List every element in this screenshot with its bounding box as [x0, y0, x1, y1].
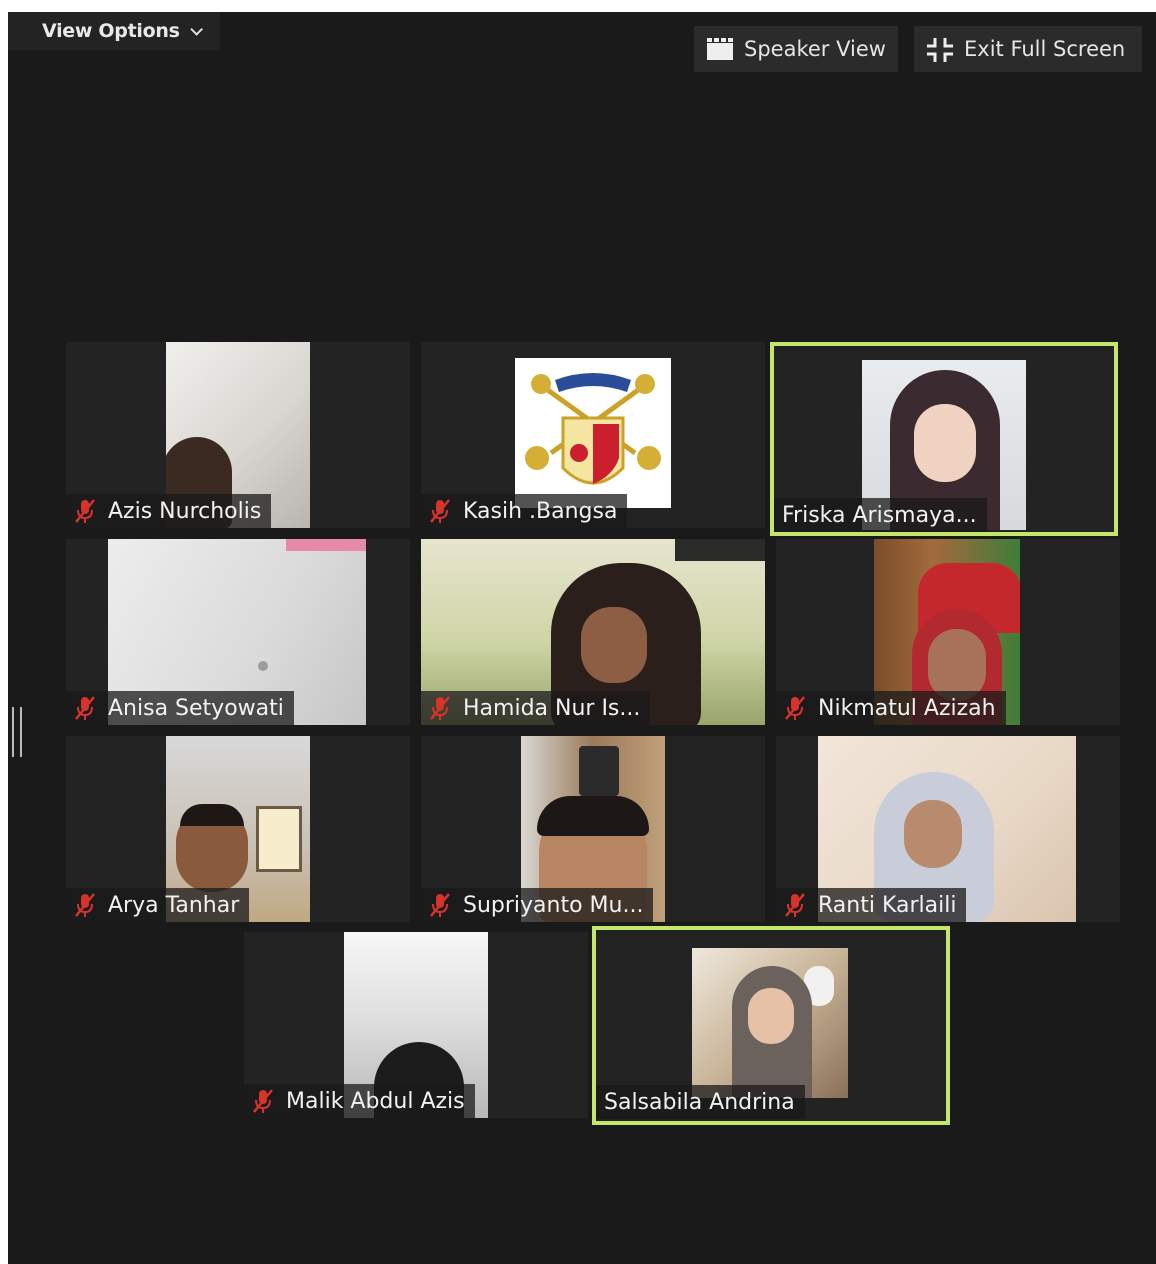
muted-mic-icon [429, 892, 451, 918]
participant-name: Salsabila Andrina [604, 1089, 795, 1115]
participant-tile[interactable]: Arya Tanhar [66, 736, 410, 922]
participant-name: Ranti Karlaili [818, 892, 957, 918]
view-options-button[interactable]: View Options [8, 12, 220, 50]
participant-tile[interactable]: Nikmatul Azizah [776, 539, 1120, 725]
participant-namebar: Arya Tanhar [66, 888, 250, 922]
participant-namebar: Kasih .Bangsa [421, 494, 628, 528]
muted-mic-icon [784, 892, 806, 918]
participant-name: Kasih .Bangsa [463, 498, 618, 524]
speaker-view-button[interactable]: Speaker View [694, 26, 898, 72]
participant-tile-active-speaker[interactable]: Salsabila Andrina [592, 926, 950, 1125]
participant-tile[interactable]: Ranti Karlaili [776, 736, 1120, 922]
participant-tile[interactable]: Supriyanto Mu... [421, 736, 765, 922]
participant-video [692, 948, 848, 1098]
participant-name: Supriyanto Mu... [463, 892, 644, 918]
participant-video [515, 358, 671, 508]
participant-tile[interactable]: Malik Abdul Azis [244, 932, 588, 1118]
meeting-window: View Options Speaker View Exit Full Scre… [8, 12, 1156, 1264]
participant-namebar: Anisa Setyowati [66, 691, 294, 725]
participant-name: Friska Arismaya... [782, 502, 977, 528]
participant-tile[interactable]: Hamida Nur Is... [421, 539, 765, 725]
muted-mic-icon [252, 1088, 274, 1114]
participant-name: Anisa Setyowati [108, 695, 284, 721]
participant-namebar: Hamida Nur Is... [421, 691, 651, 725]
participant-namebar: Salsabila Andrina [596, 1085, 805, 1119]
chevron-down-icon [189, 22, 203, 36]
participant-tile[interactable]: Anisa Setyowati [66, 539, 410, 725]
participant-name: Malik Abdul Azis [286, 1088, 465, 1114]
participant-name: Nikmatul Azizah [818, 695, 996, 721]
muted-mic-icon [429, 695, 451, 721]
exit-full-screen-label: Exit Full Screen [964, 37, 1126, 61]
participant-namebar: Malik Abdul Azis [244, 1084, 475, 1118]
participant-namebar: Nikmatul Azizah [776, 691, 1006, 725]
exit-full-screen-icon [926, 37, 954, 62]
participant-tile[interactable]: Azis Nurcholis [66, 342, 410, 528]
participant-name: Arya Tanhar [108, 892, 240, 918]
participant-tile[interactable]: Kasih .Bangsa [421, 342, 765, 528]
participant-name: Azis Nurcholis [108, 498, 262, 524]
participant-namebar: Ranti Karlaili [776, 888, 967, 922]
view-options-label: View Options [42, 20, 180, 42]
exit-full-screen-button[interactable]: Exit Full Screen [914, 26, 1142, 72]
muted-mic-icon [74, 695, 96, 721]
panel-resize-handle[interactable] [12, 707, 22, 757]
participant-namebar: Azis Nurcholis [66, 494, 272, 528]
organization-logo [525, 373, 661, 485]
participant-name: Hamida Nur Is... [463, 695, 641, 721]
speaker-view-icon [706, 37, 734, 61]
muted-mic-icon [74, 892, 96, 918]
participant-tile-active-speaker[interactable]: Friska Arismaya... [770, 342, 1118, 536]
muted-mic-icon [74, 498, 96, 524]
muted-mic-icon [429, 498, 451, 524]
speaker-view-label: Speaker View [744, 37, 886, 61]
muted-mic-icon [784, 695, 806, 721]
participant-namebar: Supriyanto Mu... [421, 888, 654, 922]
participant-namebar: Friska Arismaya... [774, 498, 987, 532]
